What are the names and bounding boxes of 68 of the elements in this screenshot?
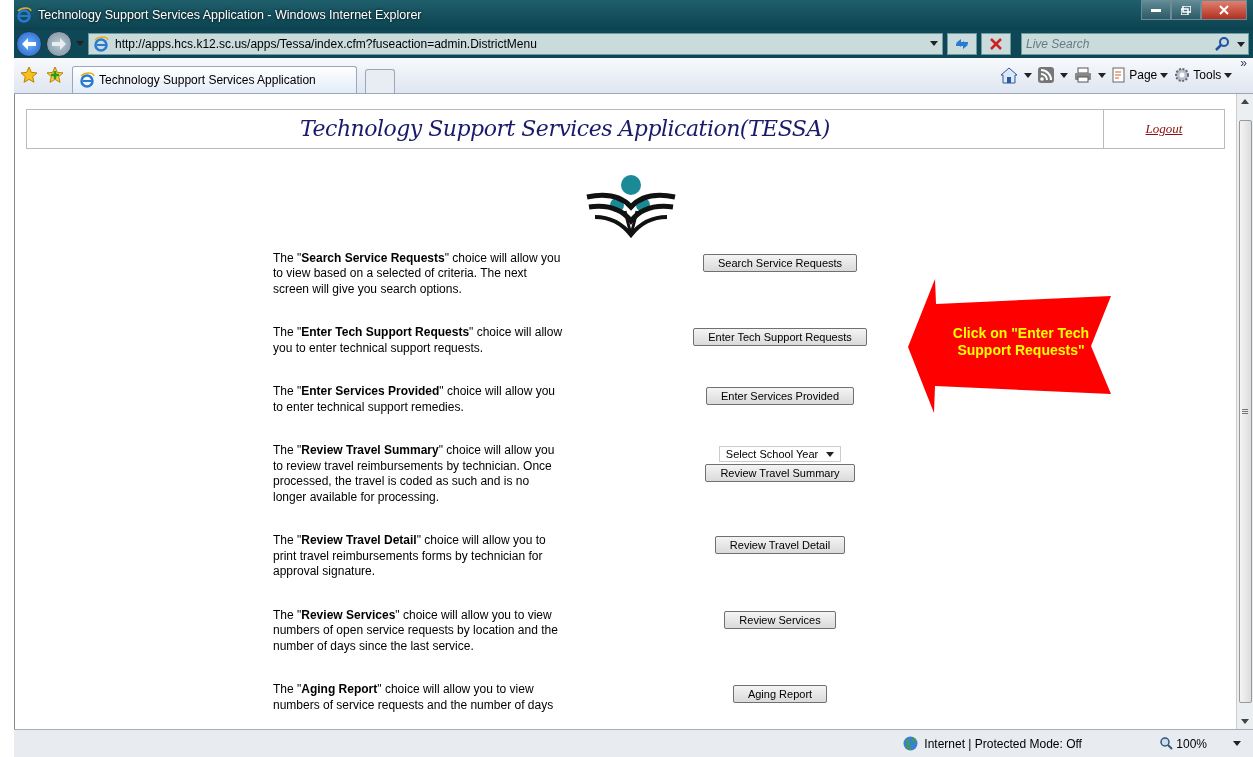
ie-icon [16, 6, 32, 23]
restore-icon [1181, 5, 1191, 15]
choice-description: The "Enter Tech Support Requests" choice will allow you to enter technical support requests. [273, 325, 563, 357]
feeds-icon[interactable] [1038, 67, 1055, 84]
address-field[interactable]: http://apps.hcs.k12.sc.us/apps/Tessa/index.cfm?fuseaction=admin.DistrictMenu [88, 32, 943, 55]
page-title: Technology Support Services Application(TESSA) [299, 114, 831, 143]
scroll-up-icon[interactable] [1241, 98, 1249, 104]
menu-button[interactable]: Review Travel Detail [714, 536, 846, 555]
choice-description: The "Enter Services Provided" choice will allow you to enter technical support remedies. [273, 384, 556, 416]
choice-description: The "Review Travel Detail" choice will allow you to print travel reimbursements forms by technician for approval signature. [273, 533, 547, 580]
add-favorite-icon[interactable] [46, 66, 64, 85]
menu-button[interactable]: Aging Report [732, 685, 828, 704]
caret-icon[interactable] [1224, 72, 1233, 78]
caret-icon[interactable] [826, 451, 835, 457]
gear-icon [1174, 67, 1191, 84]
grip-icon [1242, 408, 1248, 414]
stop-button[interactable] [981, 32, 1011, 55]
choice-description: The "Search Service Requests" choice will allow you to view based on a selected of criteria. The next screen will give you search options. [273, 250, 562, 298]
choice-description: The "Review Services" choice will allow you to view numbers of open service requests by location and the number of days since the last service. [273, 607, 559, 655]
menu-button[interactable]: Enter Tech Support Requests [693, 328, 867, 347]
refresh-button[interactable] [947, 32, 977, 55]
home-icon[interactable] [1000, 66, 1019, 84]
back-button[interactable] [16, 30, 42, 57]
caret-icon[interactable] [1024, 72, 1033, 78]
caret-icon[interactable] [1160, 72, 1169, 78]
browser-tab[interactable]: Technology Support Services Application [72, 65, 357, 93]
close-button[interactable] [1201, 0, 1247, 20]
window-title: Technology Support Services Application - Windows Internet Explorer [38, 7, 423, 22]
choice-description: The "Review Travel Summary" choice will allow you to review travel reimbursements by technician. Once processed, the travel is coded as such and is no longer available for processing. [273, 443, 556, 506]
minimize-button[interactable] [1141, 0, 1171, 20]
tools-menu[interactable]: Tools [1174, 67, 1233, 84]
refresh-icon [954, 36, 970, 51]
left-arrow-icon [22, 37, 36, 50]
right-arrow-icon [52, 37, 66, 50]
search-icon[interactable] [1215, 36, 1229, 51]
close-icon [1219, 5, 1229, 15]
callout-text: Click on "Enter Tech Support Requests" [951, 324, 1091, 359]
security-zone: Internet | Protected Mode: Off [924, 736, 1083, 751]
menu-button[interactable]: Review Services [724, 610, 836, 629]
zoom-icon [1160, 737, 1174, 750]
stop-icon [990, 37, 1002, 50]
logout-link[interactable]: Logout [1145, 120, 1183, 137]
ie-icon [79, 71, 95, 88]
caret-icon[interactable] [1060, 72, 1069, 78]
caret-icon[interactable] [930, 41, 938, 47]
ie-icon [93, 35, 109, 52]
school-year-select[interactable]: Select School Year [718, 446, 842, 463]
scroll-thumb[interactable] [1238, 119, 1252, 704]
scroll-down-icon[interactable] [1241, 719, 1249, 725]
zoom-level[interactable]: 100% [1160, 736, 1207, 751]
menu-button[interactable]: Search Service Requests [702, 253, 858, 272]
search-field[interactable]: Live Search [1021, 32, 1249, 55]
vertical-scrollbar[interactable] [1236, 93, 1253, 730]
menu-button[interactable]: Review Travel Summary [705, 464, 855, 483]
page-menu[interactable]: Page [1112, 67, 1169, 84]
menu-button[interactable]: Enter Services Provided [706, 387, 854, 406]
globe-icon [903, 736, 919, 751]
caret-icon[interactable] [1237, 41, 1245, 47]
printer-icon[interactable] [1074, 67, 1093, 84]
favorites-star-icon[interactable] [20, 66, 38, 85]
minimize-icon [1151, 8, 1161, 12]
forward-button[interactable] [46, 30, 72, 57]
choice-description: The "Aging Report" choice will allow you to view numbers of service requests and the number of days [273, 682, 555, 714]
restore-button[interactable] [1171, 0, 1201, 20]
toolbar-overflow-button[interactable]: » [1240, 55, 1247, 70]
page-icon [1112, 67, 1127, 84]
zoom-caret-icon[interactable] [1233, 741, 1241, 746]
caret-icon[interactable] [1098, 72, 1107, 78]
